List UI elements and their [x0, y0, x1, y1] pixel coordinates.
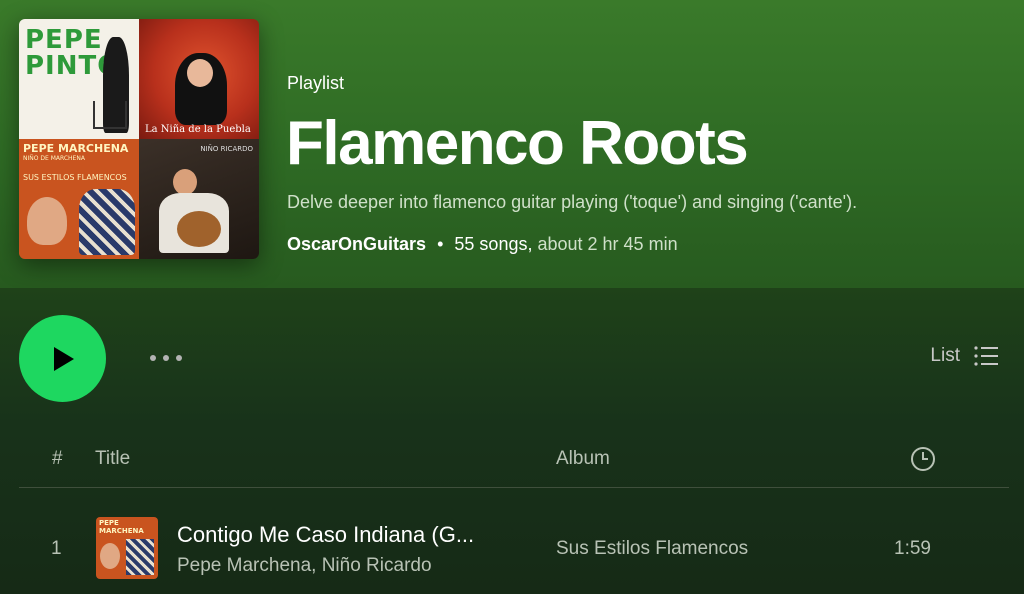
play-button[interactable]	[19, 315, 106, 402]
cover-face	[173, 169, 197, 195]
column-header-title[interactable]: Title	[95, 448, 130, 470]
track-art-face	[100, 543, 120, 569]
track-album-art: PEPE MARCHENA	[96, 517, 158, 579]
cover-tile-caption: NIÑO RICARDO	[200, 145, 253, 153]
playlist-type-label: Playlist	[287, 73, 345, 93]
playlist-header: PEPE PINTO La Niña de la Puebla PEPE MAR…	[0, 0, 1024, 288]
more-dot	[150, 355, 156, 361]
cover-face	[27, 197, 67, 245]
cover-tile-caption: La Niña de la Puebla	[145, 124, 251, 135]
guitar-icon	[177, 211, 221, 247]
cover-tile-title: PEPE MARCHENA	[23, 142, 129, 155]
playlist-duration: about 2 hr 45 min	[537, 234, 678, 254]
column-header-number: #	[52, 448, 63, 469]
playlist-meta: OscarOnGuitars • 55 songs, about 2 hr 45…	[287, 234, 678, 255]
more-dot	[176, 355, 182, 361]
more-options-button[interactable]	[150, 346, 194, 370]
playlist-song-count: 55 songs,	[454, 234, 533, 254]
cover-tile-subtitle-2: SUS ESTILOS FLAMENCOS	[23, 173, 127, 182]
playlist-owner-link[interactable]: OscarOnGuitars	[287, 234, 426, 254]
cover-face	[187, 59, 213, 87]
column-header-duration[interactable]	[910, 446, 936, 478]
playlist-cover: PEPE PINTO La Niña de la Puebla PEPE MAR…	[19, 19, 259, 259]
header-divider	[19, 487, 1009, 488]
track-art-dress	[126, 539, 154, 575]
track-title[interactable]: Contigo Me Caso Indiana (G...	[177, 522, 474, 548]
cover-chair	[93, 101, 127, 129]
clock-icon	[911, 447, 935, 471]
more-dot	[163, 355, 169, 361]
list-view-icon	[974, 346, 998, 366]
cover-tile-nina-puebla: La Niña de la Puebla	[139, 19, 259, 139]
cover-tile-pepe-marchena: PEPE MARCHENA NIÑO DE MARCHENA SUS ESTIL…	[19, 139, 139, 259]
view-toggle-button[interactable]: List	[930, 345, 998, 367]
column-header-album[interactable]: Album	[556, 448, 610, 470]
track-art-text: PEPE MARCHENA	[99, 519, 144, 535]
table-row[interactable]: 1 PEPE MARCHENA Contigo Me Caso Indiana …	[19, 505, 1009, 591]
meta-separator: •	[437, 234, 444, 254]
track-album[interactable]: Sus Estilos Flamencos	[556, 538, 748, 560]
play-icon	[53, 346, 74, 371]
cover-tile-nino-ricardo: NIÑO RICARDO	[139, 139, 259, 259]
playlist-title: Flamenco Roots	[286, 109, 749, 178]
cover-dress	[79, 189, 135, 255]
track-number: 1	[51, 538, 62, 559]
view-toggle-label: List	[930, 345, 960, 366]
cover-tile-subtitle: NIÑO DE MARCHENA	[23, 155, 85, 162]
playlist-description: Delve deeper into flamenco guitar playin…	[287, 192, 858, 212]
track-duration: 1:59	[894, 538, 931, 559]
track-artists[interactable]: Pepe Marchena, Niño Ricardo	[177, 555, 432, 577]
cover-tile-pepe-pinto: PEPE PINTO	[19, 19, 139, 139]
